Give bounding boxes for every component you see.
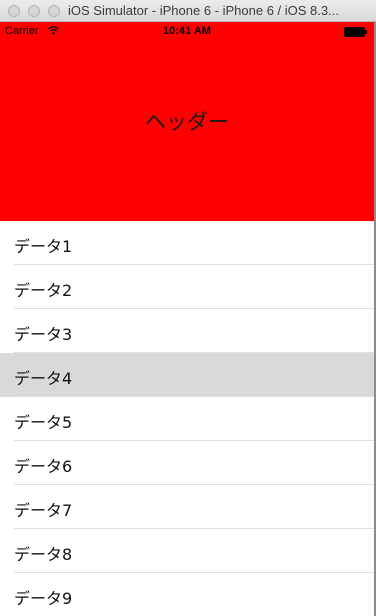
status-bar: Carrier 10:41 AM <box>0 22 374 42</box>
table-header: Carrier 10:41 AM ヘッダー <box>0 22 374 221</box>
table-row[interactable]: データ7 <box>0 485 374 529</box>
simulator-window: iOS Simulator - iPhone 6 - iPhone 6 / iO… <box>0 0 376 616</box>
table-row[interactable]: データ1 <box>0 221 374 265</box>
close-window-button[interactable] <box>8 5 20 17</box>
table-row[interactable]: データ4 <box>0 353 374 397</box>
row-label: データ5 <box>14 413 73 432</box>
minimize-window-button[interactable] <box>28 5 40 17</box>
row-label: データ6 <box>14 457 73 476</box>
zoom-window-button[interactable] <box>48 5 60 17</box>
row-label: データ4 <box>14 369 73 388</box>
row-label: データ3 <box>14 325 73 344</box>
row-label: データ8 <box>14 545 73 564</box>
table-row[interactable]: データ9 <box>0 573 374 616</box>
row-label: データ7 <box>14 501 73 520</box>
status-time: 10:41 AM <box>163 25 211 37</box>
window-titlebar: iOS Simulator - iPhone 6 - iPhone 6 / iO… <box>0 0 376 22</box>
table-row[interactable]: データ2 <box>0 265 374 309</box>
row-label: データ9 <box>14 589 73 608</box>
row-label: データ1 <box>14 237 73 256</box>
table-row[interactable]: データ8 <box>0 529 374 573</box>
table-row[interactable]: データ3 <box>0 309 374 353</box>
data-list: データ1 データ2 データ3 データ4 データ5 データ6 データ7 データ8 データ9 <box>0 221 374 616</box>
table-row[interactable]: データ6 <box>0 441 374 485</box>
battery-icon <box>344 27 367 37</box>
table-row[interactable]: データ5 <box>0 397 374 441</box>
row-label: データ2 <box>14 281 73 300</box>
window-title: iOS Simulator - iPhone 6 - iPhone 6 / iO… <box>68 3 339 18</box>
header-title: ヘッダー <box>145 110 229 134</box>
device-screen: Carrier 10:41 AM ヘッダー データ1 データ2 データ3 データ4 デー… <box>0 22 374 616</box>
